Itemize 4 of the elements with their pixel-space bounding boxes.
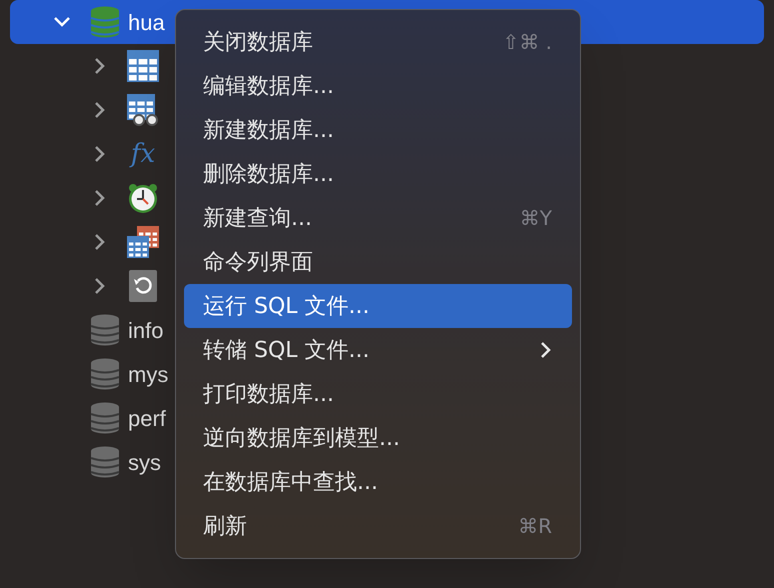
shortcut-label: ⌘Y [520, 205, 552, 232]
shortcut-label: ⌘R [518, 513, 552, 540]
shortcut-label: ⇧⌘ . [502, 29, 552, 56]
function-icon: fx [127, 141, 159, 167]
